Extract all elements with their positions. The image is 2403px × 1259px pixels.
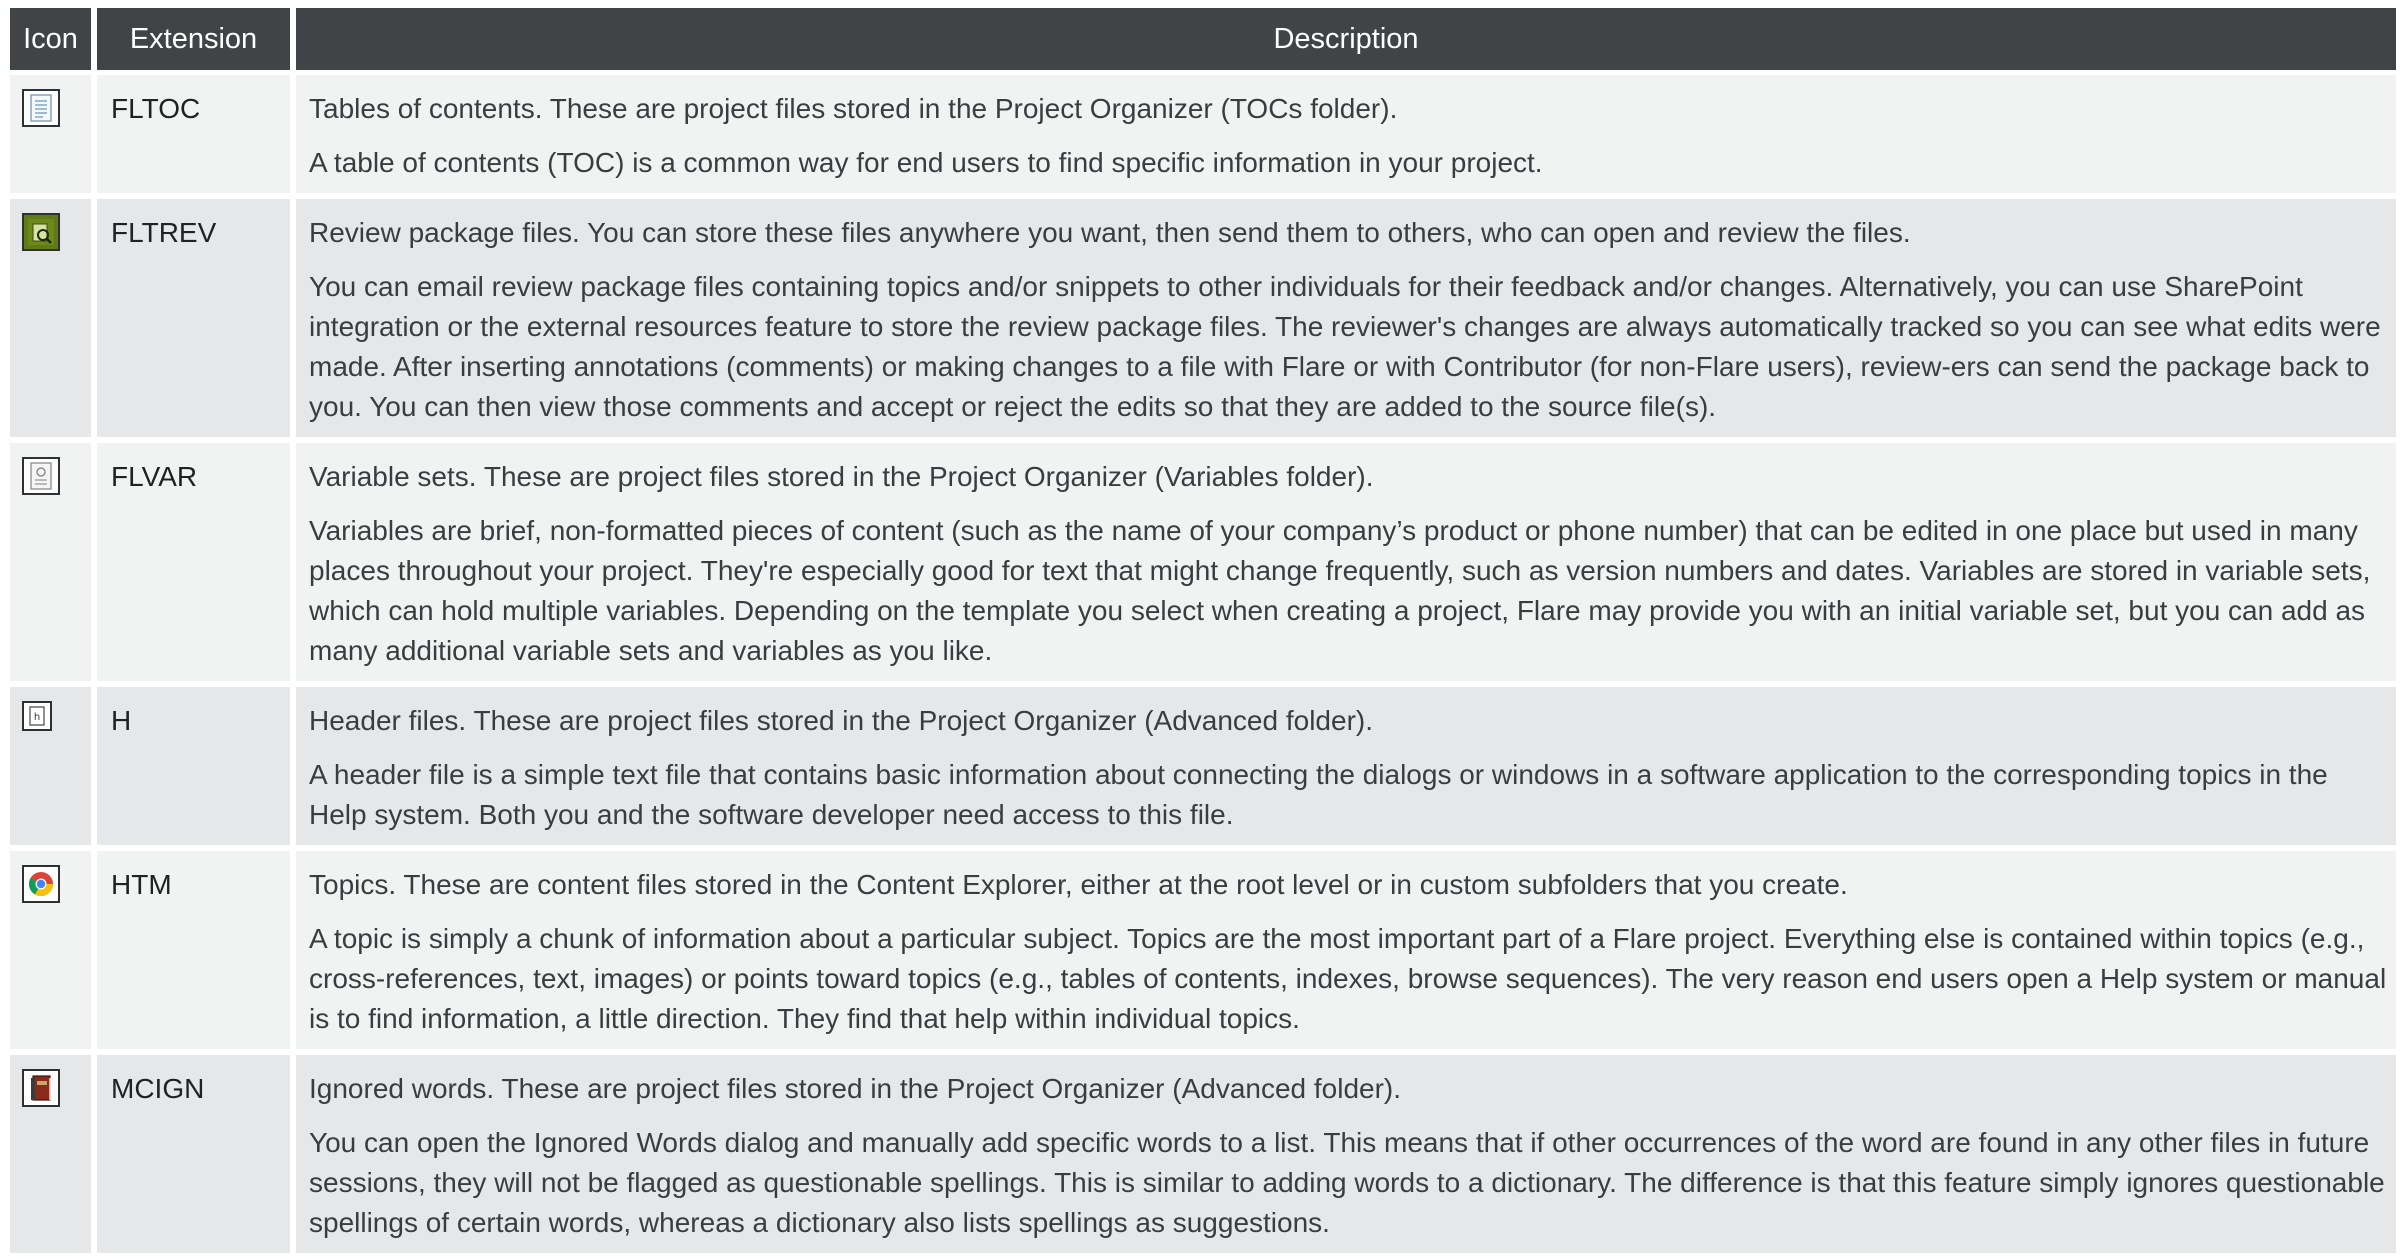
icon-cell	[10, 199, 97, 443]
table-row: h H Header files. These are project file…	[10, 687, 2396, 851]
table-header-row: Icon Extension Description	[10, 8, 2396, 75]
extension-cell: FLTOC	[97, 75, 296, 199]
description-detail: Variables are brief, non-formatted piece…	[309, 515, 2371, 666]
review-package-icon	[22, 213, 60, 251]
icon-cell	[10, 851, 97, 1055]
header-file-icon: h	[22, 701, 52, 731]
variable-set-icon	[22, 457, 60, 495]
header-description: Description	[296, 8, 2396, 75]
extension-cell: FLTREV	[97, 199, 296, 443]
file-extension-table: Icon Extension Description FLTOC Tables …	[10, 8, 2396, 1259]
extension-cell: HTM	[97, 851, 296, 1055]
description-cell: Tables of contents. These are project fi…	[296, 75, 2396, 199]
description-summary: Tables of contents. These are project fi…	[309, 93, 1398, 124]
header-icon: Icon	[10, 8, 97, 75]
description-cell: Ignored words. These are project files s…	[296, 1055, 2396, 1259]
svg-text:h: h	[34, 712, 40, 723]
description-summary: Header files. These are project files st…	[309, 705, 1373, 736]
description-cell: Review package files. You can store thes…	[296, 199, 2396, 443]
description-detail: A table of contents (TOC) is a common wa…	[309, 147, 1543, 178]
description-detail: A topic is simply a chunk of information…	[309, 923, 2387, 1034]
table-row: HTM Topics. These are content files stor…	[10, 851, 2396, 1055]
description-detail: You can open the Ignored Words dialog an…	[309, 1127, 2385, 1238]
description-summary: Topics. These are content files stored i…	[309, 869, 1848, 900]
description-summary: Review package files. You can store thes…	[309, 217, 1911, 248]
chrome-browser-icon	[22, 865, 60, 903]
icon-cell: h	[10, 687, 97, 851]
toc-document-icon	[22, 89, 60, 127]
table-row: MCIGN Ignored words. These are project f…	[10, 1055, 2396, 1259]
header-extension: Extension	[97, 8, 296, 75]
description-cell: Variable sets. These are project files s…	[296, 443, 2396, 687]
description-cell: Topics. These are content files stored i…	[296, 851, 2396, 1055]
extension-cell: MCIGN	[97, 1055, 296, 1259]
description-summary: Ignored words. These are project files s…	[309, 1073, 1402, 1104]
table-row: FLVAR Variable sets. These are project f…	[10, 443, 2396, 687]
description-cell: Header files. These are project files st…	[296, 687, 2396, 851]
table-row: FLTREV Review package files. You can sto…	[10, 199, 2396, 443]
dictionary-book-icon	[22, 1069, 60, 1107]
description-summary: Variable sets. These are project files s…	[309, 461, 1374, 492]
extension-cell: H	[97, 687, 296, 851]
icon-cell	[10, 1055, 97, 1259]
description-detail: A header file is a simple text file that…	[309, 759, 2328, 830]
icon-cell	[10, 75, 97, 199]
icon-cell	[10, 443, 97, 687]
table-row: FLTOC Tables of contents. These are proj…	[10, 75, 2396, 199]
description-detail: You can email review package files conta…	[309, 271, 2381, 422]
extension-cell: FLVAR	[97, 443, 296, 687]
